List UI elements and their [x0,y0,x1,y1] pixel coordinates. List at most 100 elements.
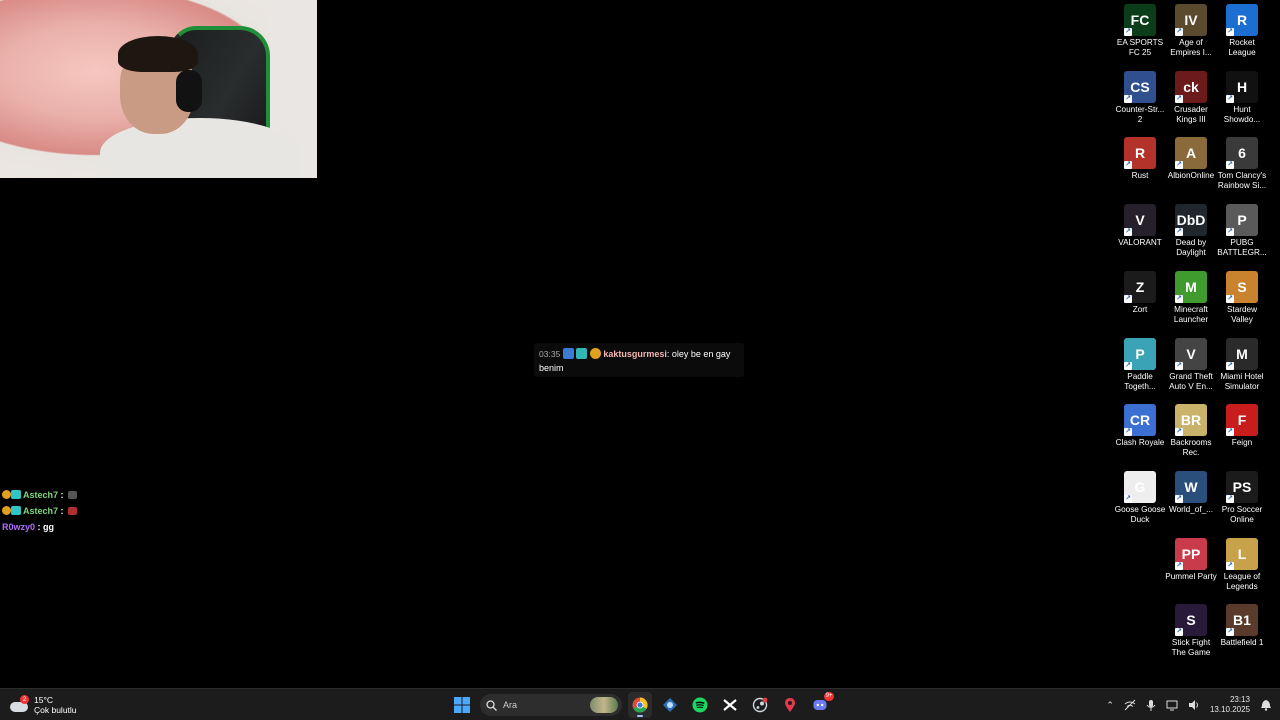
start-button[interactable] [450,692,474,718]
desktop-shortcut[interactable]: V ↗ Grand Theft Auto V En... [1165,338,1217,392]
shortcut-arrow-icon: ↗ [1226,295,1234,303]
subscriber-badge-icon [576,348,588,359]
desktop-shortcut[interactable]: FC ↗ EA SPORTS FC 25 [1114,4,1166,58]
desktop-shortcut-label: Pro Soccer Online [1221,505,1263,524]
desktop-shortcut[interactable]: ck ↗ Crusader Kings III [1165,71,1217,125]
desktop-shortcut[interactable]: S ↗ Stardew Valley [1216,271,1268,325]
shortcut-arrow-icon: ↗ [1175,562,1183,570]
shortcut-arrow-icon: ↗ [1175,95,1183,103]
desktop-shortcut[interactable]: R ↗ Rocket League [1216,4,1268,58]
desktop-shortcut[interactable]: M ↗ Minecraft Launcher [1165,271,1217,325]
chrome-button[interactable] [628,692,652,718]
desktop-shortcut[interactable]: DbD ↗ Dead by Daylight [1165,204,1217,258]
backrooms-rec-icon: BR ↗ [1175,404,1207,436]
desktop-shortcut[interactable]: BR ↗ Backrooms Rec. [1165,404,1217,458]
system-tray: ⌃ 23:13 13.10.2025 [1106,692,1272,718]
desktop-shortcut-label: Rust [1131,171,1149,180]
desktop-shortcut[interactable]: H ↗ Hunt Showdo... [1216,71,1268,125]
albion-online-icon: A ↗ [1175,137,1207,169]
desktop-shortcut[interactable]: G ↗ Goose Goose Duck [1114,471,1166,525]
network-app-icon [663,698,677,712]
desktop-shortcut-label: Hunt Showdo... [1223,105,1261,124]
desktop-shortcut-label: Minecraft Launcher [1173,305,1209,324]
network-app-button[interactable] [658,692,682,718]
shortcut-arrow-icon: ↗ [1226,562,1234,570]
desktop-shortcut[interactable]: B1 ↗ Battlefield 1 [1216,604,1268,648]
chat-username: Astech7 [23,490,59,500]
shortcut-arrow-icon: ↗ [1226,495,1234,503]
desktop-shortcut-label: Pummel Party [1165,572,1217,581]
desktop-shortcut-label: Tom Clancy's Rainbow Si... [1217,171,1267,190]
desktop-shortcut-label: EA SPORTS FC 25 [1116,38,1164,57]
search-input[interactable]: Ara [480,694,622,716]
desktop-shortcut[interactable]: F ↗ Feign [1216,404,1268,448]
desktop-shortcut[interactable]: L ↗ League of Legends [1216,538,1268,592]
desktop-shortcut-label: League of Legends [1223,572,1261,591]
desktop-shortcut-label: Clash Royale [1115,438,1165,447]
weather-widget[interactable]: 2 15°C Çok bulutlu [10,693,77,717]
clock[interactable]: 23:13 13.10.2025 [1210,695,1250,715]
taskbar-apps: Ara 9+ [450,692,834,718]
microphone-icon[interactable] [1146,699,1156,711]
riot-button[interactable] [778,692,802,718]
desktop-shortcut[interactable]: 6 ↗ Tom Clancy's Rainbow Si... [1216,137,1268,191]
shortcut-arrow-icon: ↗ [1124,428,1132,436]
discord-button[interactable]: 9+ [808,692,834,718]
rocket-league-icon: R ↗ [1226,4,1258,36]
chat-message: : [58,490,67,500]
chevron-up-icon[interactable]: ⌃ [1106,700,1114,711]
desktop-shortcut-label: Battlefield 1 [1220,638,1264,647]
desktop-shortcut[interactable]: W ↗ World_of_... [1165,471,1217,515]
desktop-shortcut[interactable]: R ↗ Rust [1114,137,1166,181]
rainbow-six-icon: 6 ↗ [1226,137,1258,169]
stick-fight-icon: S ↗ [1175,604,1207,636]
desktop-shortcut[interactable]: P ↗ Paddle Togeth... [1114,338,1166,392]
desktop-shortcut-label: World_of_... [1169,505,1213,514]
chat-username: R0wzy0 [2,522,36,532]
capcut-icon [723,699,737,711]
desktop-shortcut-label: Age of Empires I... [1170,38,1212,57]
shortcut-arrow-icon: ↗ [1175,495,1183,503]
chat-username: Astech7 [23,506,59,516]
steam-button[interactable] [748,692,772,718]
desktop-icon-grid: FC ↗ EA SPORTS FC 25 IV ↗ Age of Empires I...… [1114,4,1280,684]
desktop-shortcut[interactable]: CR ↗ Clash Royale [1114,404,1166,448]
desktop-shortcut[interactable]: S ↗ Stick Fight The Game [1165,604,1217,658]
desktop-shortcut[interactable]: Z ↗ Zort [1114,271,1166,315]
desktop-shortcut[interactable]: P ↗ PUBG BATTLEGR... [1216,204,1268,258]
desktop-shortcut[interactable]: CS ↗ Counter-Str... 2 [1114,71,1166,125]
desktop-shortcut[interactable]: M ↗ Miami Hotel Simulator [1216,338,1268,392]
paddle-together-icon: P ↗ [1124,338,1156,370]
volume-icon[interactable] [1188,699,1200,711]
pro-soccer-online-icon: PS ↗ [1226,471,1258,503]
muted-network-icon[interactable] [1124,699,1136,711]
desktop-shortcut-label: Stick Fight The Game [1171,638,1211,657]
notification-bell-icon[interactable] [1260,699,1272,711]
desktop-shortcut[interactable]: V ↗ VALORANT [1114,204,1166,248]
emote-icon [68,507,78,515]
desktop-shortcut[interactable]: IV ↗ Age of Empires I... [1165,4,1217,58]
desktop-shortcut[interactable]: PS ↗ Pro Soccer Online [1216,471,1268,525]
shortcut-arrow-icon: ↗ [1175,362,1183,370]
hunt-showdown-icon: H ↗ [1226,71,1258,103]
chat-timestamp: 03:35 [539,349,561,359]
desktop-shortcut-label: Zort [1132,305,1148,314]
desktop-shortcut-label: Paddle Togeth... [1124,372,1156,391]
shortcut-arrow-icon: ↗ [1124,362,1132,370]
network-icon[interactable] [1166,699,1178,711]
subscriber-badge-icon [11,490,21,499]
minecraft-icon: M ↗ [1175,271,1207,303]
desktop-shortcut[interactable]: A ↗ AlbionOnline [1165,137,1217,181]
notification-badge: 2 [20,695,29,704]
steam-icon [752,697,768,713]
shortcut-arrow-icon: ↗ [1175,228,1183,236]
chat-message: : [58,506,67,516]
desktop-shortcut[interactable]: PP ↗ Pummel Party [1165,538,1217,582]
spotify-button[interactable] [688,692,712,718]
shortcut-arrow-icon: ↗ [1226,628,1234,636]
moderator-badge-icon [562,348,574,359]
desktop-shortcut-label: Goose Goose Duck [1114,505,1166,524]
spotify-icon [692,697,708,713]
desktop-shortcut-label: VALORANT [1118,238,1162,247]
capcut-button[interactable] [718,692,742,718]
